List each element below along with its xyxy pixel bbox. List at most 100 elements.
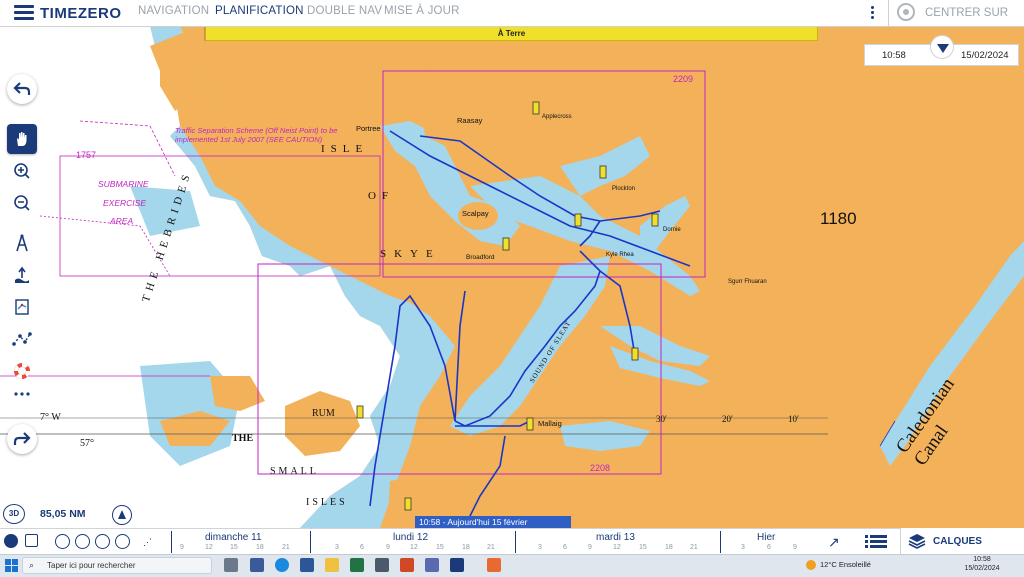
hour-tick: 9 <box>793 544 797 551</box>
map-min-10: 10′ <box>788 414 799 424</box>
undo-icon[interactable] <box>7 74 37 104</box>
map-label-scalpay: Scalpay <box>462 209 489 218</box>
calendar-icon[interactable] <box>25 534 38 547</box>
tab-planification[interactable]: PLANIFICATION <box>215 5 304 17</box>
day-label: lundi 12 <box>393 532 429 543</box>
app-brand: TIMEZERO <box>40 5 122 22</box>
app-icon[interactable] <box>487 558 501 572</box>
taskbar-search[interactable]: ⌕ Taper ici pour rechercher <box>22 557 212 574</box>
layers-button[interactable]: CALQUES <box>900 528 1024 554</box>
step-back-icon[interactable] <box>75 534 90 549</box>
excel-icon[interactable] <box>350 558 364 572</box>
menu-icon[interactable] <box>14 5 34 21</box>
weather-sun-icon <box>806 560 816 570</box>
map-label-exercise: EXERCISE <box>103 198 146 208</box>
map-label-submarine: SUBMARINE <box>98 179 149 189</box>
hour-tick: 3 <box>538 544 542 551</box>
hour-tick: 15 <box>230 544 238 551</box>
map-label-isles: ISLES <box>306 497 348 508</box>
map-min-30: 30′ <box>656 414 667 424</box>
map-min-20: 20′ <box>722 414 733 424</box>
map-traffic-note: Traffic Separation Scheme (Off Neist Poi… <box>175 126 338 144</box>
center-on-button[interactable]: CENTRER SUR <box>925 7 1008 19</box>
redo-icon[interactable] <box>7 424 37 454</box>
explorer-icon[interactable] <box>325 558 339 572</box>
hour-tick: 21 <box>487 544 495 551</box>
day-separator <box>171 531 172 553</box>
map-label-sgurr: Sgurr Fhuaran <box>728 279 767 285</box>
hour-tick: 12 <box>613 544 621 551</box>
hour-tick: 21 <box>690 544 698 551</box>
hour-tick: 18 <box>665 544 673 551</box>
top-bar: TIMEZERO NAVIGATION PLANIFICATION DOUBLE… <box>0 0 1024 27</box>
clock-time: 10:58 <box>973 556 991 563</box>
map-label-portree: Portree <box>356 124 381 133</box>
windows-start-icon[interactable] <box>5 559 18 572</box>
tab-double-nav[interactable]: DOUBLE NAV <box>307 5 382 17</box>
more-icon[interactable] <box>7 386 37 402</box>
timezero-app-icon[interactable] <box>450 558 464 572</box>
map-label-mallaig: Mallaig <box>538 419 562 428</box>
skip-forward-icon[interactable] <box>115 534 130 549</box>
hour-tick: 3 <box>741 544 745 551</box>
hour-tick: 12 <box>410 544 418 551</box>
day-label: dimanche 11 <box>205 532 262 543</box>
day-separator <box>515 531 516 553</box>
hour-tick: 18 <box>462 544 470 551</box>
app-icon[interactable] <box>375 558 389 572</box>
play-icon[interactable] <box>95 534 110 549</box>
skip-back-icon[interactable] <box>55 534 70 549</box>
map-label-depth-1180: 1180 <box>820 209 857 228</box>
search-icon: ⌕ <box>29 560 35 570</box>
3d-mode-button[interactable]: 3D <box>3 504 25 524</box>
time-dropdown-icon[interactable] <box>930 35 954 59</box>
day-separator <box>310 531 311 553</box>
tide-icon[interactable] <box>7 260 37 290</box>
tab-navigation[interactable]: NAVIGATION <box>138 5 209 17</box>
time-value: 10:58 <box>882 50 906 61</box>
chart-number-2209: 2209 <box>673 74 694 84</box>
hand-icon[interactable] <box>7 124 37 154</box>
map-label-plockton: Plockton <box>612 186 636 192</box>
timeline-route-icon[interactable]: ⋰ <box>143 537 152 548</box>
tab-mise-a-jour[interactable]: MISE À JOUR <box>384 5 460 17</box>
map-label-rum: RUM <box>312 408 335 419</box>
lifebuoy-icon[interactable] <box>7 356 37 386</box>
zoom-out-icon[interactable] <box>7 188 37 218</box>
taskview-icon[interactable] <box>224 558 238 572</box>
map-label-kyle: Kyle Rhea <box>606 252 634 258</box>
app-icon[interactable] <box>425 558 439 572</box>
divider <box>888 0 889 26</box>
map-label-applecross: Applecross <box>542 114 572 120</box>
list-icon[interactable] <box>865 535 887 548</box>
map-label-broadford: Broadford <box>466 254 495 261</box>
hour-tick: 18 <box>256 544 264 551</box>
timeline[interactable]: ⋰ dimanche 11 lundi 12 mardi 13 Hier 9 1… <box>0 528 1024 555</box>
zoom-in-icon[interactable] <box>7 156 37 186</box>
compass-icon[interactable] <box>7 228 37 258</box>
chart-number-2208: 2208 <box>590 463 611 473</box>
weather-wind-icon[interactable]: ↗ <box>828 534 840 551</box>
word-icon[interactable] <box>300 558 314 572</box>
kebab-icon[interactable] <box>871 6 875 20</box>
left-toolbar <box>3 68 41 534</box>
map-label-area: AREA <box>110 216 134 226</box>
timeline-power-icon[interactable] <box>4 534 18 548</box>
north-icon[interactable] <box>112 505 132 525</box>
route-icon[interactable] <box>7 324 37 354</box>
day-label: Hier <box>757 532 776 543</box>
hour-tick: 9 <box>386 544 390 551</box>
chart-number-1757: 1757 <box>76 150 97 160</box>
target-icon[interactable] <box>897 3 915 21</box>
layers-icon <box>908 532 926 555</box>
edge-icon[interactable] <box>275 558 289 572</box>
powerpoint-icon[interactable] <box>400 558 414 572</box>
os-taskbar: ⌕ Taper ici pour rechercher 12°C Ensolei… <box>0 554 1024 577</box>
hour-tick: 6 <box>767 544 771 551</box>
chart-icon[interactable] <box>7 292 37 322</box>
map-label-raasay: Raasay <box>457 116 483 125</box>
map-lat-57: 57° <box>80 438 94 449</box>
layers-label: CALQUES <box>933 536 982 547</box>
map-label-small: SMALL <box>270 466 319 477</box>
app-icon[interactable] <box>250 558 264 572</box>
